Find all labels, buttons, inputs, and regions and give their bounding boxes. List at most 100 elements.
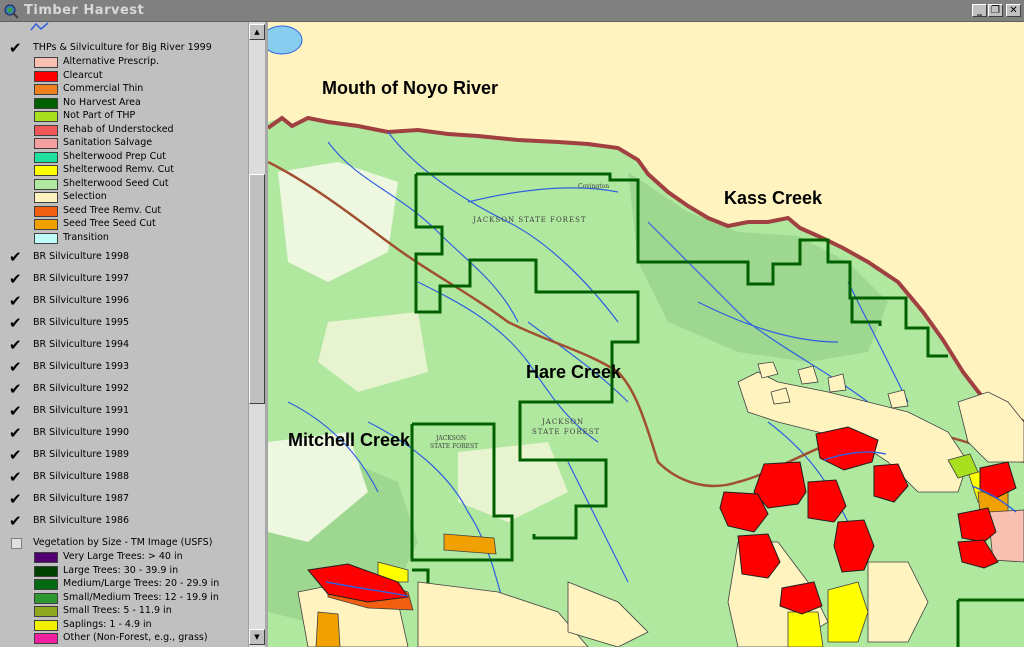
title-bar[interactable]: Timber Harvest _ ❐ ✕ bbox=[0, 0, 1024, 22]
scroll-up-button[interactable]: ▲ bbox=[249, 24, 265, 40]
legend-swatch bbox=[34, 232, 58, 244]
legend-class-label: Medium/Large Trees: 20 - 29.9 in bbox=[63, 578, 220, 589]
legend-class-label: Seed Tree Remv. Cut bbox=[63, 204, 162, 216]
legend-class-label: Clearcut bbox=[63, 69, 103, 81]
layer-name: BR Silviculture 1997 bbox=[33, 273, 130, 284]
layer-visible-checkbox[interactable]: ✔ bbox=[9, 426, 23, 441]
layer-name: BR Silviculture 1987 bbox=[33, 493, 130, 504]
legend-swatch bbox=[34, 606, 58, 617]
legend-swatch bbox=[34, 219, 58, 230]
legend-swatch bbox=[34, 124, 58, 136]
layer-name: BR Silviculture 1996 bbox=[33, 295, 130, 306]
table-of-contents-panel: ✔ THPs & Silviculture for Big River 1999 A… bbox=[0, 22, 248, 647]
timber-harvest-window: Timber Harvest _ ❐ ✕ ✔ THPs & Silvicultur… bbox=[0, 0, 1024, 647]
legend-swatch bbox=[34, 592, 58, 604]
legend-swatch bbox=[34, 111, 58, 122]
layer-name: Vegetation by Size - TM Image (USFS) bbox=[33, 537, 213, 548]
legend-class-label: Small Trees: 5 - 11.9 in bbox=[63, 605, 172, 616]
window-title: Timber Harvest bbox=[24, 3, 145, 18]
layer-name: BR Silviculture 1986 bbox=[33, 515, 130, 526]
legend-class-label: Rehab of Understocked bbox=[63, 123, 174, 135]
legend-class-label: Small/Medium Trees: 12 - 19.9 in bbox=[63, 591, 219, 603]
legend-class-label: Shelterwood Seed Cut bbox=[63, 177, 169, 189]
map-label-noyo: Mouth of Noyo River bbox=[322, 78, 498, 98]
close-icon: ✕ bbox=[1009, 5, 1018, 16]
legend-swatch bbox=[34, 565, 58, 577]
legend-class-label: Other (Non-Forest, e.g., grass) bbox=[63, 632, 208, 643]
legend-class-label: No Harvest Area bbox=[63, 96, 141, 108]
legend-swatch bbox=[34, 633, 58, 644]
layer-name: BR Silviculture 1995 bbox=[33, 317, 130, 328]
legend-class-label: Saplings: 1 - 4.9 in bbox=[63, 618, 152, 630]
layer-visible-checkbox[interactable]: ✔ bbox=[9, 492, 23, 507]
legend-class-label: Alternative Prescrip. bbox=[63, 56, 160, 67]
layer-visible-checkbox[interactable] bbox=[11, 538, 22, 549]
layer-visible-checkbox[interactable]: ✔ bbox=[9, 294, 23, 309]
layer-name: BR Silviculture 1994 bbox=[33, 339, 130, 350]
map-label-jsf-mid-2: STATE FOREST bbox=[532, 428, 600, 436]
legend-class-label: Commercial Thin bbox=[63, 83, 144, 94]
minimize-icon: _ bbox=[977, 5, 982, 16]
legend-swatch bbox=[34, 97, 58, 109]
legend-class-label: Shelterwood Prep Cut bbox=[63, 150, 166, 162]
layer-name: BR Silviculture 1998 bbox=[33, 251, 130, 262]
map-label-kass: Kass Creek bbox=[724, 188, 823, 208]
map-label-jsf-mid-1: JACKSON bbox=[541, 418, 584, 426]
scroll-down-button[interactable]: ▼ bbox=[249, 629, 265, 645]
layer-name: BR Silviculture 1989 bbox=[33, 449, 130, 460]
close-button[interactable]: ✕ bbox=[1006, 4, 1021, 17]
layer-visible-checkbox[interactable]: ✔ bbox=[9, 338, 23, 353]
legend-swatch bbox=[34, 192, 58, 203]
layer-visible-checkbox[interactable]: ✔ bbox=[9, 448, 23, 463]
map-label-mitchell: Mitchell Creek bbox=[288, 430, 411, 450]
legend-class-label: Transition bbox=[63, 231, 109, 243]
map-label-hare: Hare Creek bbox=[526, 362, 622, 382]
layer-name: THPs & Silviculture for Big River 1999 bbox=[33, 42, 212, 53]
restore-button[interactable]: ❐ bbox=[988, 4, 1003, 17]
layer-name: BR Silviculture 1992 bbox=[33, 383, 130, 394]
legend-swatch bbox=[34, 178, 58, 190]
line-symbol-icon bbox=[30, 22, 49, 31]
arrow-up-icon: ▲ bbox=[254, 28, 260, 36]
restore-icon: ❐ bbox=[991, 5, 1000, 16]
legend-class-label: Sanitation Salvage bbox=[63, 137, 153, 148]
minimize-button[interactable]: _ bbox=[972, 4, 987, 17]
layer-visible-checkbox[interactable]: ✔ bbox=[9, 470, 23, 485]
legend-swatch bbox=[34, 57, 58, 68]
layer-name: BR Silviculture 1990 bbox=[33, 427, 130, 438]
legend-class-label: Seed Tree Seed Cut bbox=[63, 218, 156, 229]
layer-visible-checkbox[interactable]: ✔ bbox=[9, 41, 23, 56]
layer-visible-checkbox[interactable]: ✔ bbox=[9, 404, 23, 419]
legend-swatch bbox=[34, 205, 58, 217]
map-label-covington: Covington bbox=[578, 183, 609, 190]
legend-swatch bbox=[34, 619, 58, 631]
legend-swatch bbox=[34, 579, 58, 590]
legend-swatch bbox=[34, 138, 58, 149]
legend-scrollbar[interactable]: ▲ ▼ bbox=[248, 22, 265, 647]
scroll-thumb[interactable] bbox=[249, 174, 265, 404]
layer-visible-checkbox[interactable]: ✔ bbox=[9, 360, 23, 375]
layer-visible-checkbox[interactable]: ✔ bbox=[9, 514, 23, 529]
layer-name: BR Silviculture 1988 bbox=[33, 471, 130, 482]
layer-visible-checkbox[interactable]: ✔ bbox=[9, 382, 23, 397]
app-icon bbox=[4, 4, 19, 19]
layer-visible-checkbox[interactable]: ✔ bbox=[9, 272, 23, 287]
legend-swatch bbox=[34, 70, 58, 82]
legend-swatch bbox=[34, 165, 58, 176]
map-label-jsf-north: JACKSON STATE FOREST bbox=[472, 216, 587, 224]
legend-class-label: Large Trees: 30 - 39.9 in bbox=[63, 564, 179, 576]
legend-swatch bbox=[34, 151, 58, 163]
arrow-down-icon: ▼ bbox=[254, 633, 260, 641]
legend-swatch bbox=[34, 84, 58, 95]
layer-visible-checkbox[interactable]: ✔ bbox=[9, 316, 23, 331]
legend-class-label: Selection bbox=[63, 191, 107, 202]
layer-name: BR Silviculture 1993 bbox=[33, 361, 130, 372]
layer-name: BR Silviculture 1991 bbox=[33, 405, 130, 416]
layer-visible-checkbox[interactable]: ✔ bbox=[9, 250, 23, 265]
legend-class-label: Very Large Trees: > 40 in bbox=[63, 551, 183, 562]
map-view[interactable]: Mouth of Noyo River Kass Creek Hare Cree… bbox=[268, 22, 1024, 647]
water-body bbox=[268, 25, 303, 55]
map-label-jsf-west-1: JACKSON bbox=[435, 435, 466, 442]
legend-class-label: Not Part of THP bbox=[63, 110, 136, 121]
map-label-jsf-west-2: STATE FOREST bbox=[430, 443, 478, 450]
